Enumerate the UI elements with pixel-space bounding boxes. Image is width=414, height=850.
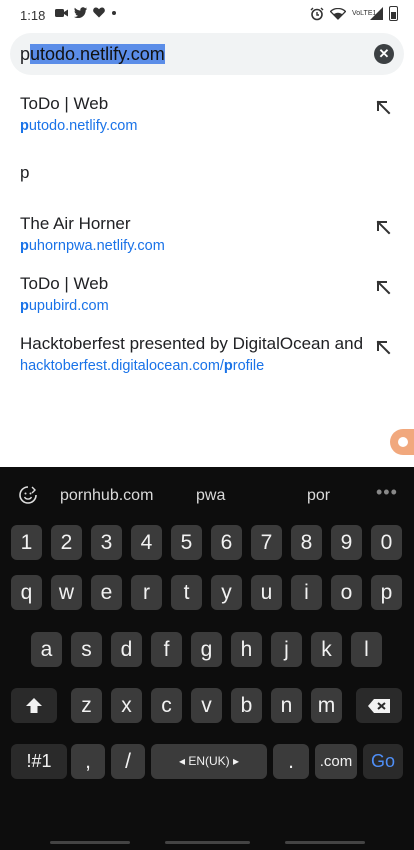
keyboard-suggestion[interactable]: pwa xyxy=(196,487,225,505)
suggestion-title: Hacktoberfest presented by DigitalOcean … xyxy=(20,334,364,353)
key[interactable]: o xyxy=(331,575,362,610)
symbols-key[interactable]: !#1 xyxy=(11,744,67,779)
floating-bubble-icon[interactable] xyxy=(390,429,414,455)
key[interactable]: x xyxy=(111,688,142,723)
key[interactable]: b xyxy=(231,688,262,723)
clear-icon[interactable]: ✕ xyxy=(374,44,394,64)
key[interactable]: e xyxy=(91,575,122,610)
key[interactable]: 6 xyxy=(211,525,242,560)
key[interactable]: 9 xyxy=(331,525,362,560)
screen: 1:18 VoLTE1 putodo.netlify.com ✕ ToDo | … xyxy=(0,0,414,850)
keyboard: pornhub.com pwa por ••• 1 2 3 4 5 6 7 8 … xyxy=(0,467,414,850)
keyboard-suggestion[interactable]: por xyxy=(307,487,330,505)
wifi-icon xyxy=(330,7,346,20)
space-key[interactable]: ◂ EN(UK) ▸ xyxy=(151,744,267,779)
url-input[interactable]: putodo.netlify.com xyxy=(20,44,165,65)
suggestion-query[interactable]: p xyxy=(0,163,414,193)
suggestion-url: pupubird.com xyxy=(20,298,109,314)
key[interactable]: t xyxy=(171,575,202,610)
key[interactable]: r xyxy=(131,575,162,610)
status-bar: 1:18 VoLTE1 xyxy=(0,0,414,30)
alarm-icon xyxy=(310,7,324,20)
more-options-icon[interactable]: ••• xyxy=(376,482,398,503)
key[interactable]: j xyxy=(271,632,302,667)
key[interactable]: z xyxy=(71,688,102,723)
shift-key[interactable] xyxy=(11,688,57,723)
key[interactable]: w xyxy=(51,575,82,610)
url-typed-text: p xyxy=(20,44,31,64)
nav-back[interactable] xyxy=(50,841,130,844)
backspace-icon xyxy=(368,699,390,713)
go-button[interactable]: Go xyxy=(363,744,403,779)
suggestion-url: hacktoberfest.digitalocean.com/profile xyxy=(20,358,265,374)
key[interactable]: q xyxy=(11,575,42,610)
insert-arrow-icon[interactable] xyxy=(374,338,394,358)
key[interactable]: 4 xyxy=(131,525,162,560)
insert-arrow-icon[interactable] xyxy=(374,218,394,238)
key[interactable]: f xyxy=(151,632,182,667)
heart-icon xyxy=(93,7,105,18)
backspace-key[interactable] xyxy=(356,688,402,723)
suggestion-title: ToDo | Web xyxy=(20,274,109,293)
suggestion-item[interactable]: The Air Horner puhornpwa.netlify.com xyxy=(0,214,414,270)
net-label: VoLTE1 xyxy=(352,9,377,17)
key[interactable]: 1 xyxy=(11,525,42,560)
dotcom-key[interactable]: .com xyxy=(315,744,357,779)
key[interactable]: i xyxy=(291,575,322,610)
suggestion-title: ToDo | Web xyxy=(20,94,109,113)
status-right-icons: VoLTE1 xyxy=(310,6,398,21)
key[interactable]: p xyxy=(371,575,402,610)
twitter-icon xyxy=(74,7,87,18)
suggestion-item[interactable]: Hacktoberfest presented by DigitalOcean … xyxy=(0,334,414,390)
dot-icon xyxy=(112,10,116,15)
key[interactable]: 0 xyxy=(371,525,402,560)
key[interactable]: y xyxy=(211,575,242,610)
key[interactable]: m xyxy=(311,688,342,723)
signal-icon xyxy=(370,7,383,20)
suggestion-item[interactable]: ToDo | Web pupubird.com xyxy=(0,274,414,330)
suggestion-title: The Air Horner xyxy=(20,214,131,233)
key[interactable]: c xyxy=(151,688,182,723)
key[interactable]: u xyxy=(251,575,282,610)
key[interactable]: 3 xyxy=(91,525,122,560)
key[interactable]: d xyxy=(111,632,142,667)
key[interactable]: 7 xyxy=(251,525,282,560)
key[interactable]: l xyxy=(351,632,382,667)
status-left-icons xyxy=(55,7,117,18)
key[interactable]: 8 xyxy=(291,525,322,560)
key[interactable]: a xyxy=(31,632,62,667)
battery-icon xyxy=(389,6,398,21)
nav-recents[interactable] xyxy=(285,841,365,844)
nav-home[interactable] xyxy=(165,841,250,844)
suggestion-url: puhornpwa.netlify.com xyxy=(20,238,165,254)
suggestion-item[interactable]: ToDo | Web putodo.netlify.com xyxy=(0,94,414,150)
nav-bar xyxy=(0,838,414,850)
video-icon xyxy=(55,8,68,17)
url-bar[interactable]: putodo.netlify.com ✕ xyxy=(10,33,404,75)
keyboard-suggestion[interactable]: pornhub.com xyxy=(60,487,153,505)
status-time: 1:18 xyxy=(20,8,46,23)
emoji-icon[interactable] xyxy=(18,485,38,505)
key[interactable]: g xyxy=(191,632,222,667)
keyboard-suggestion-strip: pornhub.com pwa por ••• xyxy=(0,467,414,519)
key[interactable]: k xyxy=(311,632,342,667)
comma-key[interactable]: , xyxy=(71,744,105,779)
suggestion-query-text: p xyxy=(20,163,30,182)
period-key[interactable]: . xyxy=(273,744,309,779)
key[interactable]: s xyxy=(71,632,102,667)
suggestion-url: putodo.netlify.com xyxy=(20,118,138,134)
slash-key[interactable]: / xyxy=(111,744,145,779)
shift-icon xyxy=(26,698,42,713)
key[interactable]: n xyxy=(271,688,302,723)
insert-arrow-icon[interactable] xyxy=(374,98,394,118)
key[interactable]: 2 xyxy=(51,525,82,560)
key[interactable]: h xyxy=(231,632,262,667)
key[interactable]: 5 xyxy=(171,525,202,560)
insert-arrow-icon[interactable] xyxy=(374,278,394,298)
key[interactable]: v xyxy=(191,688,222,723)
url-autocomplete-selection: utodo.netlify.com xyxy=(30,44,165,64)
